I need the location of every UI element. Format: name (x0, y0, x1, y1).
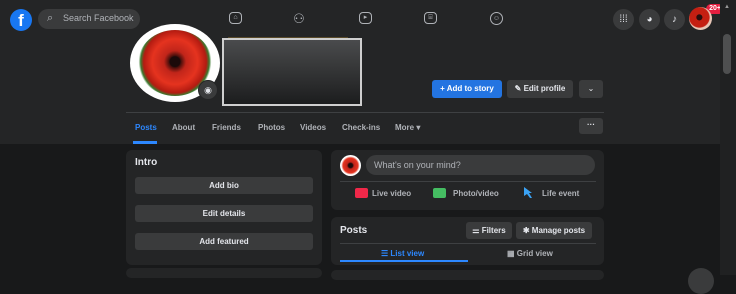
add-featured-button[interactable]: Add featured (135, 233, 313, 250)
messenger-icon[interactable]: ◕ (639, 9, 660, 30)
tab-posts[interactable]: Posts (135, 123, 157, 132)
tab-videos[interactable]: Videos (300, 123, 326, 132)
groups-icon[interactable]: ☺ (490, 12, 503, 25)
add-bio-button[interactable]: Add bio (135, 177, 313, 194)
tab-check-ins[interactable]: Check-ins (342, 123, 380, 132)
header-divider (126, 112, 604, 113)
intro-title: Intro (135, 157, 158, 168)
tab-photos[interactable]: Photos (258, 123, 285, 132)
menu-grid-icon[interactable]: ⁞⁞⁞ (613, 9, 634, 30)
new-message-button[interactable] (688, 268, 714, 294)
notifications-icon[interactable]: ♪ (664, 9, 685, 30)
edit-details-button[interactable]: Edit details (135, 205, 313, 222)
manage-posts-button[interactable]: ✱ Manage posts (516, 222, 592, 239)
account-avatar[interactable] (689, 7, 712, 30)
search-placeholder: Search Facebook (63, 13, 134, 23)
filters-button[interactable]: ⚌ Filters (466, 222, 512, 239)
photos-card (126, 268, 322, 278)
composer-placeholder: What's on your mind? (374, 160, 461, 170)
next-post-card (331, 270, 604, 280)
cover-photo-thumbnail[interactable] (222, 38, 362, 106)
add-to-story-button[interactable]: + Add to story (432, 80, 502, 98)
scrollbar-thumb[interactable] (723, 34, 731, 74)
search-input[interactable]: ⌕ Search Facebook (38, 9, 140, 29)
posts-title: Posts (340, 225, 368, 236)
composer-avatar[interactable] (340, 155, 361, 176)
tab-more[interactable]: More ▾ (395, 123, 420, 132)
active-view-indicator (340, 260, 468, 262)
facebook-logo[interactable]: f (10, 9, 32, 31)
photo-video-icon (433, 188, 446, 198)
tab-about[interactable]: About (172, 123, 195, 132)
whats-on-your-mind-input[interactable]: What's on your mind? (366, 155, 595, 175)
watch-icon[interactable]: ▸ (359, 12, 372, 24)
active-tab-indicator (133, 141, 157, 144)
scroll-up-arrow-icon[interactable]: ▲ (724, 4, 730, 10)
edit-profile-button[interactable]: ✎ Edit profile (507, 80, 573, 98)
marketplace-icon[interactable]: ⌸ (424, 12, 437, 24)
search-icon: ⌕ (47, 12, 54, 24)
life-event-icon (524, 187, 532, 198)
more-options-button[interactable]: ··· (579, 118, 603, 134)
composer-divider (340, 181, 596, 182)
tab-friends[interactable]: Friends (212, 123, 241, 132)
photo-video-button[interactable]: Photo/video (453, 189, 499, 198)
life-event-button[interactable]: Life event (542, 189, 579, 198)
camera-icon[interactable]: ◉ (198, 80, 218, 100)
chevron-down-icon[interactable]: ⌄ (579, 80, 603, 98)
live-video-icon (355, 188, 368, 198)
grid-view-tab[interactable]: ▦ Grid view (507, 249, 553, 258)
friends-icon[interactable]: ⚇ (289, 10, 309, 28)
home-icon[interactable]: ⌂ (229, 12, 242, 24)
posts-divider (340, 243, 596, 244)
list-view-tab[interactable]: ☰ List view (381, 249, 424, 258)
live-video-button[interactable]: Live video (372, 189, 411, 198)
